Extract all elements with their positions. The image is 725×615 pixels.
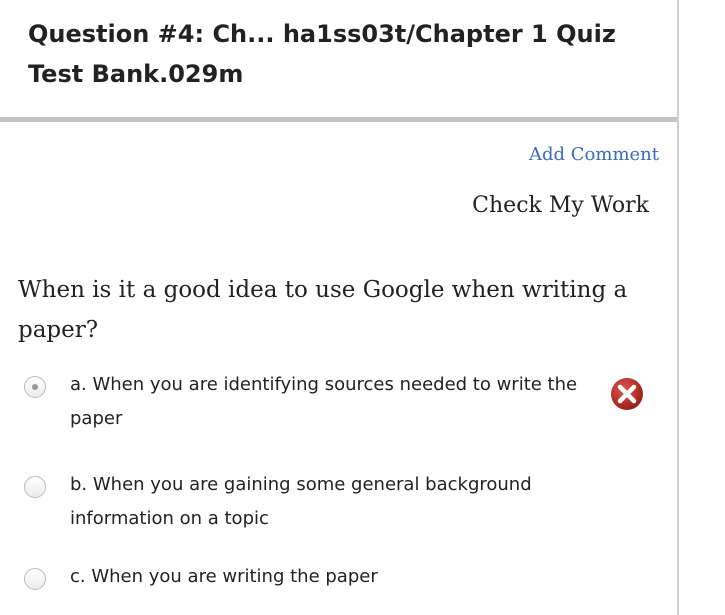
- option-label: c. When you are writing the paper: [70, 566, 378, 587]
- radio-button[interactable]: [24, 568, 46, 590]
- option-label: a. When you are identifying sources need…: [70, 374, 578, 429]
- question-title: Question #4: Ch... ha1ss03t/Chapter 1 Qu…: [28, 20, 616, 88]
- x-circle-icon: [611, 378, 643, 410]
- question-header: Question #4: Ch... ha1ss03t/Chapter 1 Qu…: [0, 0, 677, 118]
- radio-button[interactable]: [24, 476, 46, 498]
- check-my-work-button[interactable]: Check My Work: [472, 193, 649, 218]
- add-comment-link[interactable]: Add Comment: [529, 144, 659, 165]
- panel-right-border: [677, 0, 679, 615]
- header-divider: [0, 117, 677, 122]
- radio-button[interactable]: [24, 376, 46, 398]
- question-text: When is it a good idea to use Google whe…: [18, 277, 628, 343]
- option-label: b. When you are gaining some general bac…: [70, 474, 532, 529]
